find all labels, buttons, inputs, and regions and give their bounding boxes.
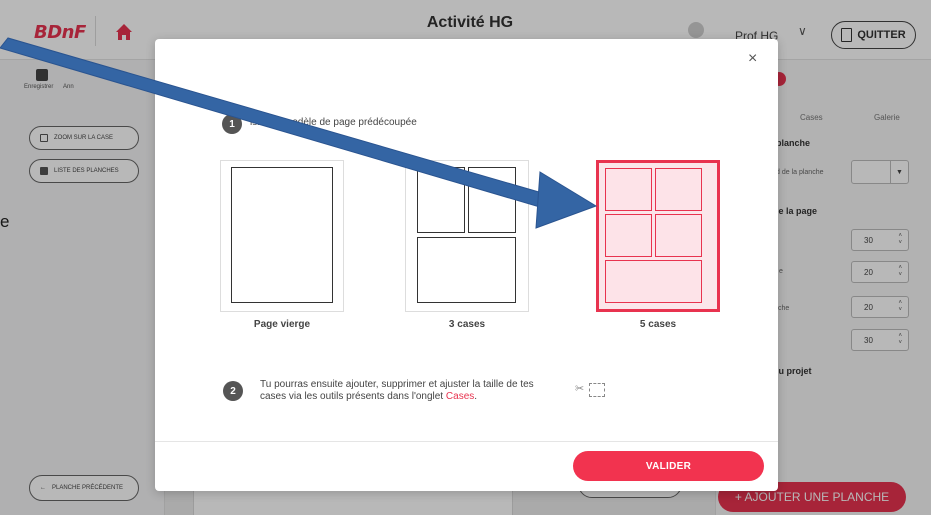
template-label-page-vierge: Page vierge [253, 319, 311, 330]
step-2-body: Tu pourras ensuite ajouter, supprimer et… [260, 379, 534, 402]
modal-footer-divider [155, 441, 778, 442]
step-1-text: isis ton modèle de page prédécoupée [250, 117, 417, 128]
template-cell [231, 167, 333, 303]
step-2-text: Tu pourras ensuite ajouter, supprimer et… [260, 379, 560, 403]
template-page-vierge[interactable] [220, 160, 344, 312]
template-5-cases[interactable] [596, 160, 720, 312]
close-icon[interactable]: × [748, 50, 757, 68]
template-cell [605, 214, 652, 257]
template-cell [605, 168, 652, 211]
template-cell [468, 167, 516, 233]
validate-label: VALIDER [645, 460, 692, 472]
step-2-badge: 2 [223, 381, 243, 401]
scissors-icon: ✂ [575, 383, 585, 395]
template-cell [655, 214, 702, 257]
template-cell [605, 260, 702, 303]
cases-tab-link[interactable]: Cases [446, 391, 474, 402]
template-label-3-cases: 3 cases [448, 319, 486, 330]
step-2-end: . [474, 391, 478, 402]
template-3-cases[interactable] [405, 160, 529, 312]
template-cell [417, 237, 516, 303]
template-label-5-cases: 5 cases [639, 319, 677, 330]
validate-button[interactable]: VALIDER [573, 451, 764, 481]
template-cell [655, 168, 702, 211]
template-cell [417, 167, 465, 233]
step-1-badge: 1 [222, 114, 242, 134]
dashed-frame-icon [589, 383, 605, 397]
